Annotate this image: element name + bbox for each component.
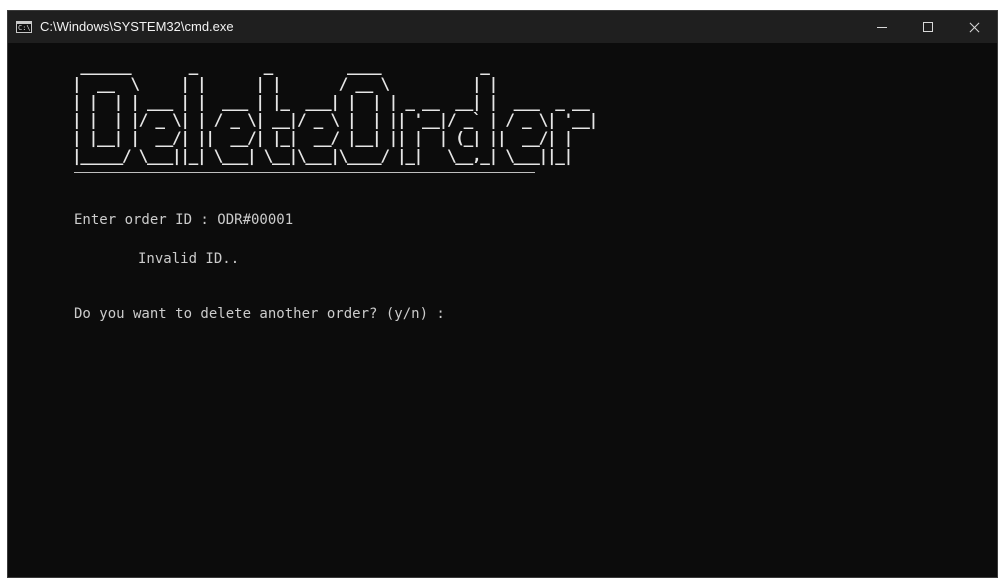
banner-divider [74,172,535,173]
cmd-window: C:\ C:\Windows\SYSTEM32\cmd.exe ______ _… [7,10,998,578]
window-controls [859,11,997,43]
delete-order-banner: ______ _ _ ____ _ | __ \ | | | | / __ \ … [72,56,598,165]
invalid-id-message: Invalid ID.. [138,251,240,267]
maximize-icon[interactable] [905,11,951,43]
window-title: C:\Windows\SYSTEM32\cmd.exe [40,19,234,34]
console-output[interactable]: ______ _ _ ____ _ | __ \ | | | | / __ \ … [8,43,997,577]
title-bar[interactable]: C:\ C:\Windows\SYSTEM32\cmd.exe [8,11,997,43]
cmd-app-icon[interactable]: C:\ [16,21,32,33]
cmd-icon-glyph: C:\ [18,24,31,32]
delete-another-prompt: Do you want to delete another order? (y/… [74,306,445,322]
minimize-icon[interactable] [859,11,905,43]
order-id-prompt: Enter order ID : ODR#00001 [74,212,294,228]
close-icon[interactable] [951,11,997,43]
